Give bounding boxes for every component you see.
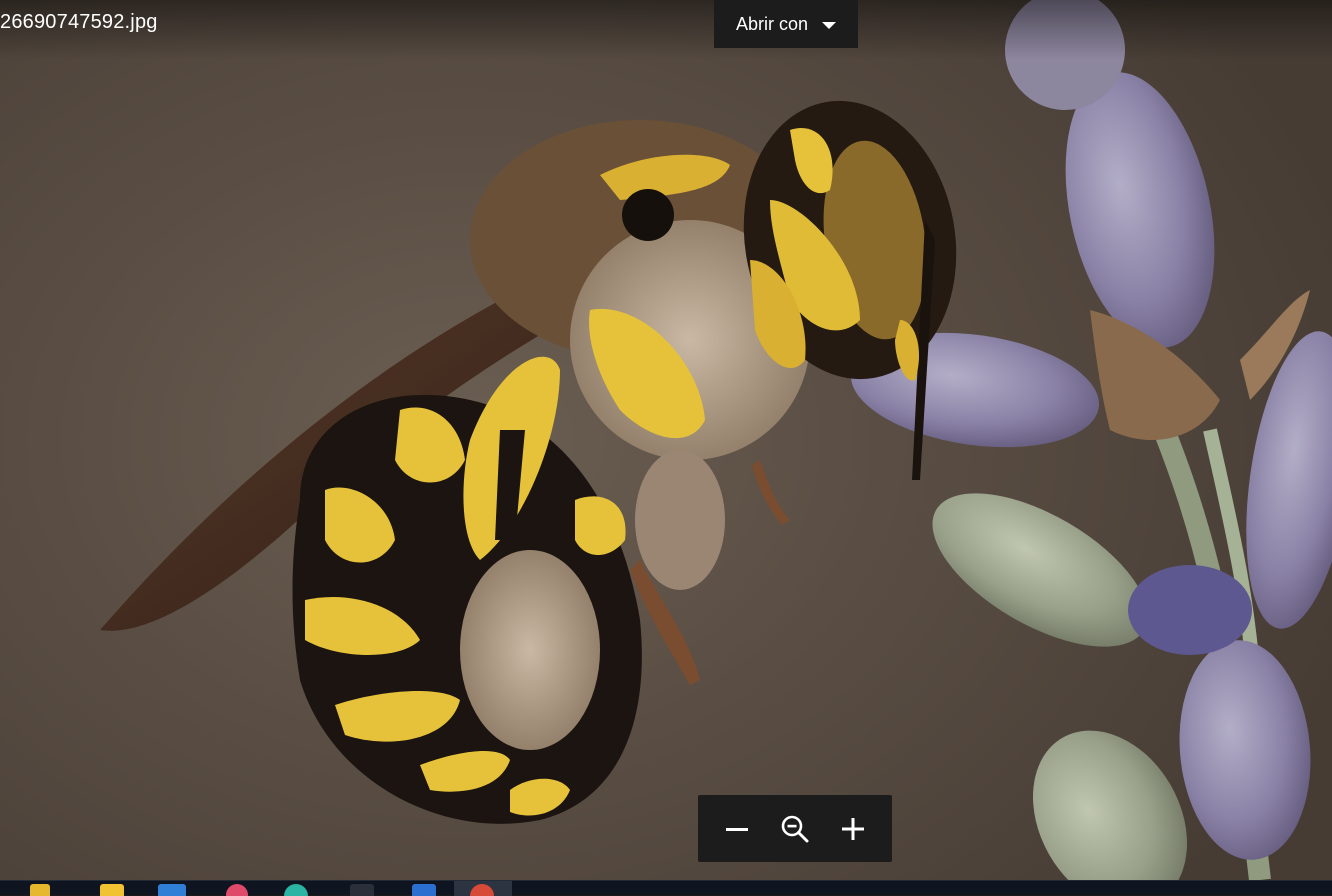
plus-icon [842, 817, 864, 840]
zoom-in-button[interactable] [829, 805, 877, 853]
chat-icon[interactable] [284, 884, 308, 896]
image-viewer: 26690747592.jpg Abrir con [0, 0, 1332, 880]
bee [292, 100, 957, 824]
browser-icon[interactable] [226, 884, 248, 896]
file-explorer-icon[interactable] [30, 884, 50, 896]
zoom-out-button[interactable] [713, 805, 761, 853]
word-icon[interactable] [412, 884, 436, 896]
taskbar [0, 880, 1332, 896]
open-with-button[interactable]: Abrir con [714, 0, 858, 48]
terminal-icon[interactable] [350, 884, 374, 896]
chevron-down-icon [822, 22, 837, 29]
magnifier-minus-icon [781, 815, 809, 842]
store-icon[interactable] [158, 884, 186, 896]
bee-photo [100, 0, 1332, 880]
minus-icon [726, 827, 748, 831]
file-name: 26690747592.jpg [0, 11, 158, 33]
reset-zoom-button[interactable] [771, 805, 819, 853]
top-overlay [0, 0, 1332, 60]
open-with-label: Abrir con [735, 13, 809, 34]
app-icon[interactable] [100, 884, 124, 896]
zoom-controls [698, 795, 892, 862]
